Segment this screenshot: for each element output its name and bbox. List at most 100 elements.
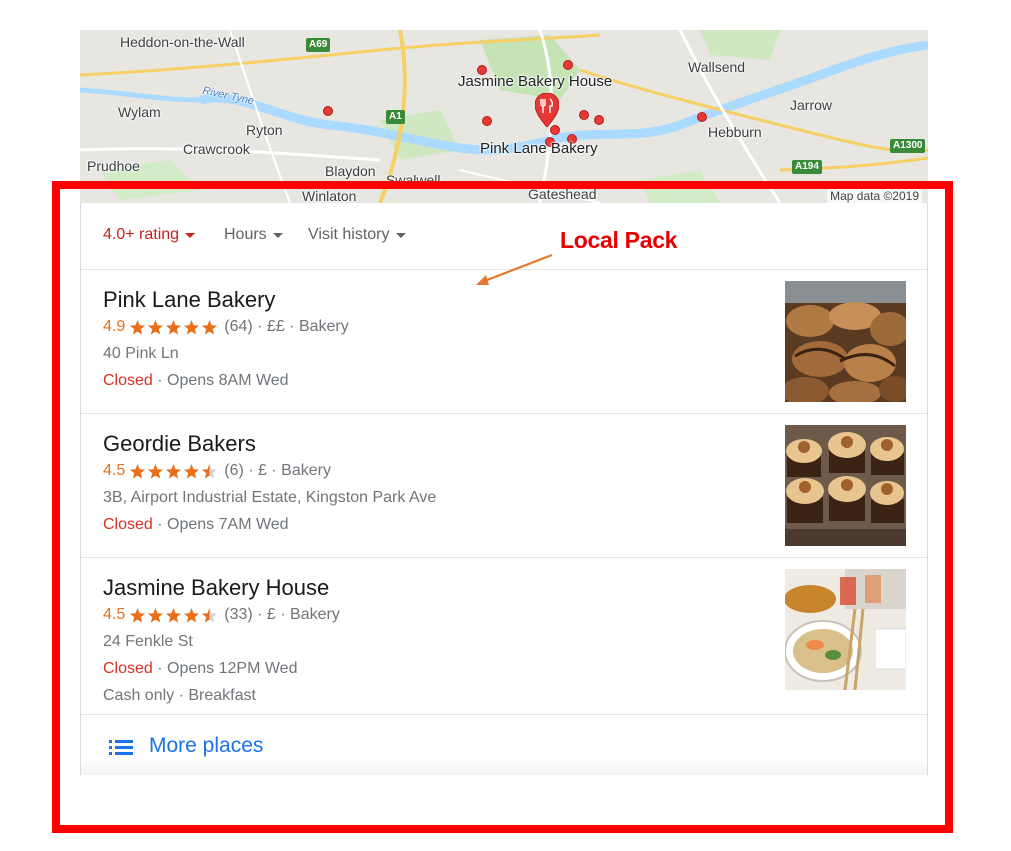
noodle-bowl-photo-icon [785, 569, 906, 690]
map-label-pinklane: Pink Lane Bakery [480, 140, 598, 157]
map-label-blaydon: Blaydon [325, 163, 376, 179]
star-rating [129, 463, 219, 480]
opening-hours: Opens 12PM Wed [167, 660, 298, 677]
category: Bakery [281, 462, 331, 479]
filter-label: Visit history [308, 226, 390, 243]
review-count: (6) [224, 462, 244, 479]
star-icon [166, 463, 182, 478]
star-icon [184, 607, 200, 622]
category: Bakery [290, 606, 340, 623]
status-closed: Closed [103, 660, 153, 677]
address: 40 Pink Ln [103, 345, 179, 362]
price-level: ££ [266, 318, 285, 335]
star-icon [130, 463, 146, 478]
hours-line: Closed · Opens 8AM Wed [103, 372, 289, 389]
more-places-label: More places [149, 734, 264, 757]
more-places-link[interactable]: More places [81, 715, 927, 775]
listing-photo[interactable] [785, 569, 906, 690]
map-label-prudhoe: Prudhoe [87, 158, 140, 174]
map-marker[interactable] [323, 106, 333, 116]
listing-pink-lane-bakery[interactable]: Pink Lane Bakery 4.9 (64) · ££ · Bakery … [81, 270, 927, 414]
map-label-ryton: Ryton [246, 122, 283, 138]
rating-value: 4.9 [103, 318, 126, 335]
review-count: (33) [224, 606, 253, 623]
map-marker[interactable] [594, 115, 604, 125]
review-count: (64) [224, 318, 253, 335]
listing-photo[interactable] [785, 425, 906, 546]
price-level: £ [258, 462, 267, 479]
map-marker[interactable] [579, 110, 589, 120]
rating-value: 4.5 [103, 462, 126, 479]
price-level: £ [266, 606, 276, 623]
map-label-crawcrook: Crawcrook [183, 141, 250, 157]
filter-hours[interactable]: Hours [224, 226, 283, 244]
star-icon [166, 319, 182, 334]
map-label-heddon: Heddon-on-the-Wall [120, 34, 245, 50]
listing-meta: 4.5 (33) · £ · Bakery [103, 606, 340, 624]
filter-rating[interactable]: 4.0+ rating [103, 226, 196, 244]
star-icon [184, 463, 200, 478]
map-label-wallsend: Wallsend [688, 59, 746, 75]
star-rating [129, 319, 219, 336]
category: Bakery [298, 318, 349, 335]
cupcakes-photo-icon [785, 425, 906, 546]
star-icon [148, 319, 164, 334]
map-label-wylam: Wylam [118, 104, 161, 120]
map-label-hebburn: Hebburn [708, 124, 762, 140]
map-marker[interactable] [482, 116, 492, 126]
map-canvas [80, 30, 928, 203]
map-label-winlaton: Winlaton [302, 188, 357, 203]
star-icon [166, 607, 182, 622]
star-icon [130, 319, 146, 334]
hours-line: Closed · Opens 7AM Wed [103, 516, 289, 533]
listing-meta: 4.5 (6) · £ · Bakery [103, 462, 331, 480]
restaurant-pin-icon[interactable] [535, 93, 559, 127]
map-attribution: Map data ©2019 [827, 189, 922, 203]
star-icon [130, 607, 146, 622]
star-icon [202, 607, 218, 622]
listing-meta: 4.9 (64) · ££ · Bakery [103, 318, 349, 336]
star-icon [184, 319, 200, 334]
map-label-jarrow: Jarrow [790, 97, 833, 113]
caret-down-icon [185, 232, 196, 238]
map-marker[interactable] [563, 60, 573, 70]
caret-down-icon [272, 232, 283, 238]
filter-visit-history[interactable]: Visit history [308, 226, 406, 244]
star-rating [129, 607, 219, 624]
listing-jasmine-bakery-house[interactable]: Jasmine Bakery House 4.5 (33) · £ · Bake… [81, 558, 927, 715]
star-icon [202, 463, 218, 478]
map-label-jasmine: Jasmine Bakery House [458, 73, 613, 90]
map-preview[interactable]: Heddon-on-the-Wall A69 River Tyne Wylam … [80, 30, 928, 203]
status-closed: Closed [103, 372, 153, 389]
listing-attributes: Cash only · Breakfast [103, 687, 256, 704]
status-closed: Closed [103, 516, 153, 533]
road-a1: A1 [386, 110, 405, 124]
map-label-gateshead: Gateshead [528, 186, 597, 202]
map-marker[interactable] [697, 112, 707, 122]
star-icon [148, 463, 164, 478]
hours-line: Closed · Opens 12PM Wed [103, 660, 298, 677]
annotation-arrow-icon [476, 253, 553, 285]
road-a1300: A1300 [890, 139, 926, 153]
filter-label: 4.0+ rating [103, 226, 180, 243]
address: 3B, Airport Industrial Estate, Kingston … [103, 489, 437, 506]
road-a69: A69 [306, 38, 331, 52]
star-icon [148, 607, 164, 622]
opening-hours: Opens 8AM Wed [167, 372, 289, 389]
listing-geordie-bakers[interactable]: Geordie Bakers 4.5 (6) · £ · Bakery 3B, … [81, 414, 927, 558]
filter-label: Hours [224, 226, 267, 243]
list-icon [109, 740, 133, 755]
caret-down-icon [395, 232, 406, 238]
map-label-swalwell: Swalwell [386, 172, 441, 188]
rating-value: 4.5 [103, 606, 126, 623]
listing-name[interactable]: Geordie Bakers [103, 431, 256, 457]
pastry-photo-icon [785, 281, 906, 402]
road-a194: A194 [792, 160, 822, 174]
star-icon [202, 319, 218, 334]
listing-name[interactable]: Jasmine Bakery House [103, 575, 329, 601]
address: 24 Fenkle St [103, 633, 193, 650]
opening-hours: Opens 7AM Wed [167, 516, 289, 533]
listing-photo[interactable] [785, 281, 906, 402]
local-pack-annotation-label: Local Pack [560, 227, 678, 253]
listing-name[interactable]: Pink Lane Bakery [103, 287, 275, 313]
